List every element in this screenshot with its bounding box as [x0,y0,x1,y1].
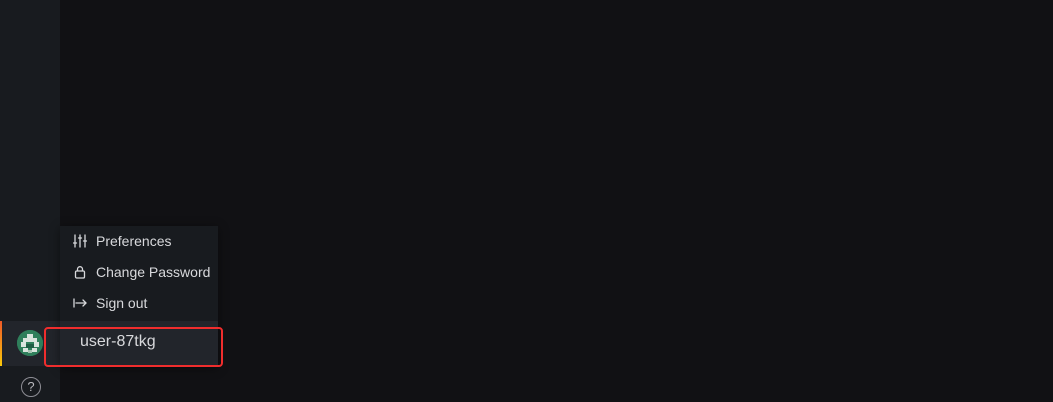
menu-item-preferences[interactable]: Preferences [60,226,218,257]
question-circle-icon: ? [27,379,35,394]
identicon-avatar-icon [17,330,43,356]
menu-item-label-preferences: Preferences [96,233,172,249]
username-label: user-87tkg [80,333,156,350]
sliders-icon [73,234,87,248]
profile-menu: Preferences Change Password Sign out use… [60,226,218,366]
sign-out-icon [73,298,87,308]
menu-item-label-sign-out: Sign out [96,295,148,311]
lock-icon [74,266,86,279]
profile-user-header[interactable]: user-87tkg [60,321,218,366]
app-window: ? Preferences Change Password Sign out u… [0,0,1053,402]
user-avatar[interactable] [17,330,43,356]
menu-item-sign-out[interactable]: Sign out [60,288,218,319]
menu-item-change-password[interactable]: Change Password [60,257,218,288]
menu-item-label-change-password: Change Password [96,264,211,280]
help-button[interactable]: ? [21,377,41,397]
